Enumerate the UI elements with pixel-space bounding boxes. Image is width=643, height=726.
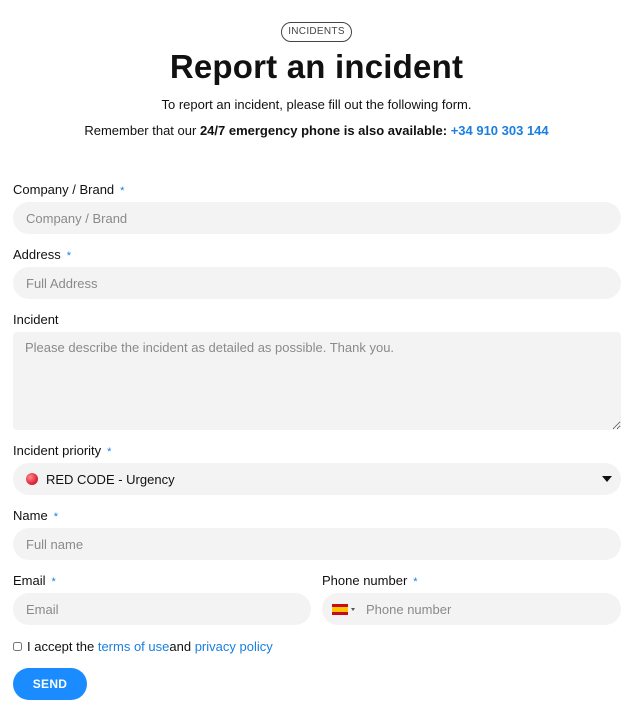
page-title: Report an incident	[169, 48, 464, 85]
country-dropdown-caret-icon[interactable]	[351, 607, 355, 611]
terms-of-use-link[interactable]: terms of use	[98, 639, 170, 654]
company-input[interactable]	[13, 202, 621, 234]
terms-middle: and	[169, 639, 192, 654]
priority-selected-value: RED CODE - Urgency	[46, 471, 175, 487]
phone-label: Phone number *	[322, 573, 418, 588]
required-mark: *	[66, 250, 71, 262]
priority-label: Incident priority *	[13, 443, 111, 458]
phone-label-text: Phone number	[322, 573, 408, 588]
emergency-reminder: Remember that our 24/7 emergency phone i…	[0, 123, 633, 138]
email-label-text: Email	[13, 573, 46, 588]
incident-label-text: Incident	[13, 312, 59, 327]
name-label-text: Name	[13, 508, 48, 523]
required-mark: *	[53, 511, 58, 523]
address-label-text: Address	[13, 247, 61, 262]
terms-prefix: I accept the	[27, 639, 95, 654]
reminder-prefix: Remember that our	[84, 123, 200, 138]
phone-input[interactable]	[366, 593, 621, 625]
privacy-policy-link[interactable]: privacy policy	[195, 639, 273, 654]
address-input[interactable]	[13, 267, 621, 299]
name-label: Name *	[13, 508, 58, 523]
required-mark: *	[107, 446, 112, 458]
intro-text: To report an incident, please fill out t…	[161, 97, 472, 112]
incident-label: Incident	[13, 312, 59, 327]
terms-checkbox[interactable]	[13, 642, 22, 651]
red-circle-icon	[26, 473, 38, 485]
send-button[interactable]: SEND	[13, 668, 87, 700]
reminder-bold-text: 24/7 emergency phone is also available:	[199, 123, 448, 138]
name-input[interactable]	[13, 528, 621, 560]
required-mark: *	[51, 576, 56, 588]
terms-row: I accept the terms of use and privacy po…	[13, 639, 273, 654]
caret-down-icon	[602, 476, 612, 482]
email-input[interactable]	[13, 593, 311, 625]
address-label: Address *	[13, 247, 71, 262]
priority-select[interactable]: RED CODE - Urgency	[13, 463, 621, 495]
emergency-phone-link[interactable]: +34 910 303 144	[451, 123, 549, 138]
priority-label-text: Incident priority	[13, 443, 102, 458]
spain-flag-icon[interactable]	[332, 603, 348, 615]
required-mark: *	[120, 185, 125, 197]
company-label: Company / Brand *	[13, 182, 124, 197]
section-badge: INCIDENTS	[281, 22, 352, 42]
required-mark: *	[413, 576, 418, 588]
incident-textarea[interactable]	[13, 332, 621, 430]
phone-field	[322, 593, 621, 625]
email-label: Email *	[13, 573, 56, 588]
company-label-text: Company / Brand	[13, 182, 115, 197]
